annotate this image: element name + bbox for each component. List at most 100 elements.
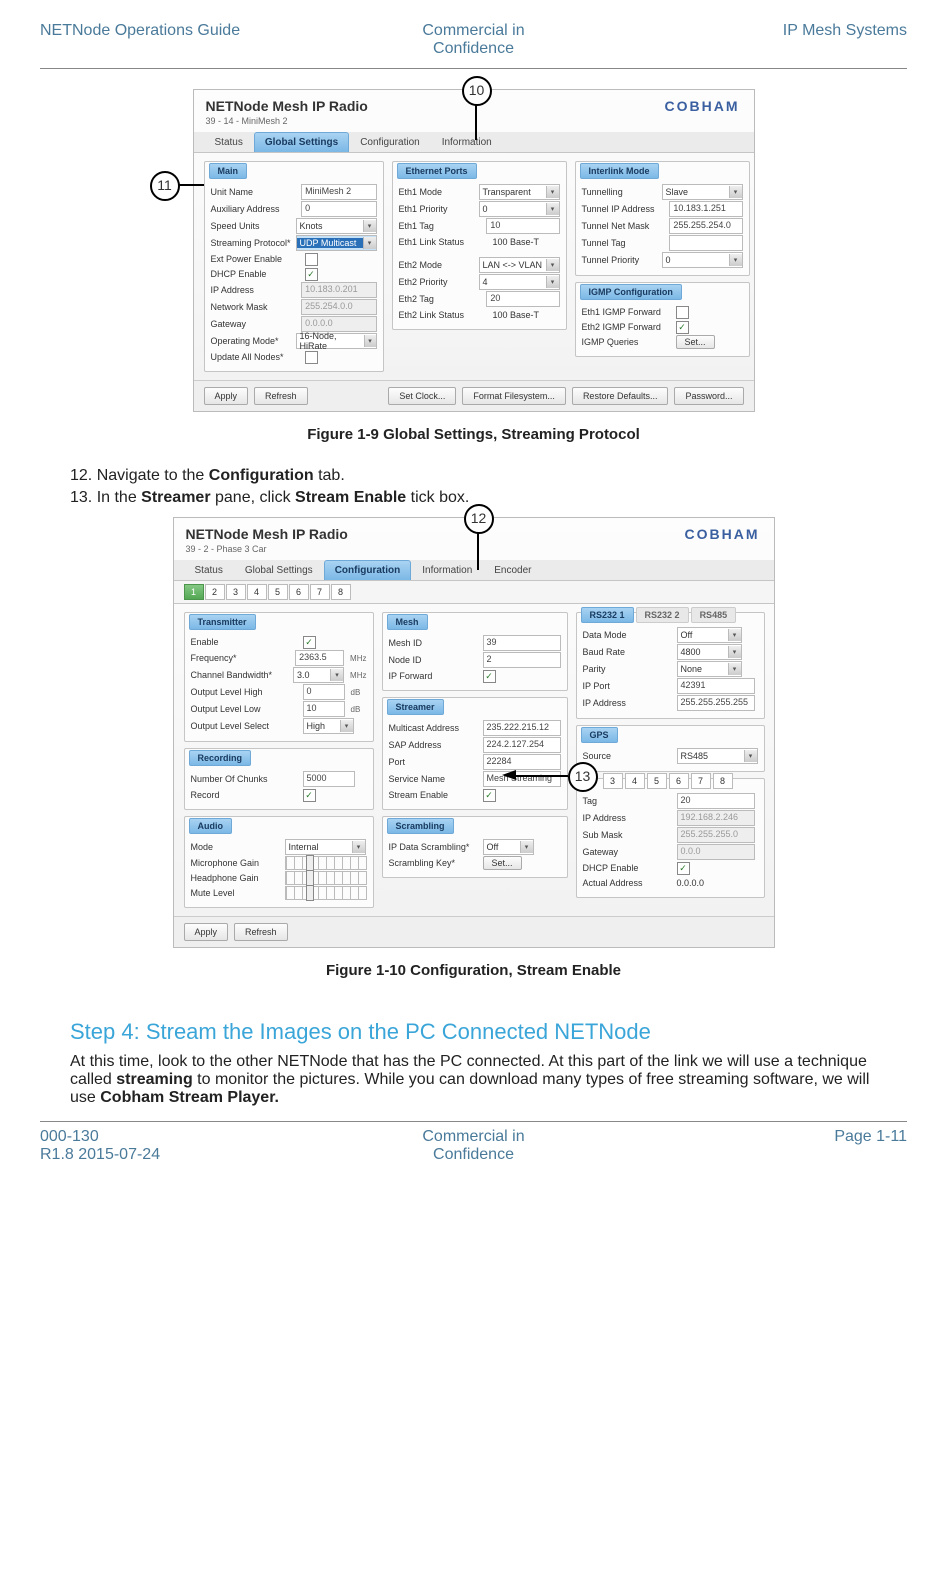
speed-units-select[interactable]: Knots▾ bbox=[296, 218, 377, 234]
sap-addr-input[interactable]: 224.2.127.254 bbox=[483, 737, 561, 753]
tab-global-settings[interactable]: Global Settings bbox=[234, 560, 324, 580]
tunnelling-select[interactable]: Slave▾ bbox=[662, 184, 743, 200]
tab-configuration[interactable]: Configuration bbox=[349, 132, 430, 152]
tab-rs232-2[interactable]: RS232 2 bbox=[636, 607, 689, 623]
tunnel-mask-input[interactable]: 255.255.254.0 bbox=[669, 218, 742, 234]
eth2-mode-select[interactable]: LAN <-> VLAN▾ bbox=[479, 257, 560, 273]
net-gateway-input: 0.0.0 bbox=[677, 844, 755, 860]
output-select[interactable]: High▾ bbox=[303, 718, 354, 734]
header-center: Commercial inConfidence bbox=[330, 22, 616, 58]
ip-forward-checkbox[interactable]: ✓ bbox=[483, 670, 496, 683]
baud-rate-select[interactable]: 4800▾ bbox=[677, 644, 742, 660]
tab-status[interactable]: Status bbox=[204, 132, 254, 152]
node-id-input[interactable]: 2 bbox=[483, 652, 561, 668]
preset-tab-8[interactable]: 8 bbox=[331, 584, 351, 600]
eth2-tag-input[interactable]: 20 bbox=[486, 291, 559, 307]
node-id-text: 39 - 14 - MiniMesh 2 bbox=[194, 116, 754, 132]
eth1-igmp-checkbox[interactable] bbox=[676, 306, 689, 319]
record-checkbox[interactable]: ✓ bbox=[303, 789, 316, 802]
output-low-input[interactable]: 10 bbox=[303, 701, 345, 717]
chunks-input[interactable]: 5000 bbox=[303, 771, 355, 787]
group-interlink: Interlink Mode TunnellingSlave▾ Tunnel I… bbox=[575, 161, 750, 276]
bandwidth-select[interactable]: 3.0▾ bbox=[293, 667, 344, 683]
multicast-addr-input[interactable]: 235.222.215.12 bbox=[483, 720, 561, 736]
net-tab-8[interactable]: 8 bbox=[713, 773, 733, 789]
eth1-priority-select[interactable]: 0▾ bbox=[479, 201, 560, 217]
callout-11: 11 bbox=[150, 171, 180, 201]
unit-name-input[interactable]: MiniMesh 2 bbox=[301, 184, 376, 200]
tab-status[interactable]: Status bbox=[184, 560, 234, 580]
apply-button[interactable]: Apply bbox=[184, 923, 229, 941]
net-tab-3[interactable]: 3 bbox=[603, 773, 623, 789]
format-fs-button[interactable]: Format Filesystem... bbox=[462, 387, 566, 405]
tunnel-priority-select[interactable]: 0▾ bbox=[662, 252, 743, 268]
output-high-input[interactable]: 0 bbox=[303, 684, 345, 700]
apply-button[interactable]: Apply bbox=[204, 387, 249, 405]
parity-select[interactable]: None▾ bbox=[677, 661, 742, 677]
stream-port-input[interactable]: 22284 bbox=[483, 754, 561, 770]
dhcp-enable-checkbox[interactable]: ✓ bbox=[305, 268, 318, 281]
brand-logo: COBHAM bbox=[665, 98, 740, 114]
tunnel-tag-input[interactable] bbox=[669, 235, 742, 251]
eth1-tag-input[interactable]: 10 bbox=[486, 218, 559, 234]
group-ethernet-title: Ethernet Ports bbox=[397, 163, 477, 179]
main-tabs: Status Global Settings Configuration Inf… bbox=[174, 560, 774, 581]
net-tab-6[interactable]: 6 bbox=[669, 773, 689, 789]
tab-rs485[interactable]: RS485 bbox=[691, 607, 737, 623]
data-mode-select[interactable]: Off▾ bbox=[677, 627, 742, 643]
restore-defaults-button[interactable]: Restore Defaults... bbox=[572, 387, 669, 405]
tab-information[interactable]: Information bbox=[431, 132, 503, 152]
mic-gain-slider[interactable] bbox=[285, 856, 367, 870]
eth2-priority-select[interactable]: 4▾ bbox=[479, 274, 560, 290]
preset-tab-5[interactable]: 5 bbox=[268, 584, 288, 600]
preset-tab-7[interactable]: 7 bbox=[310, 584, 330, 600]
igmp-set-button[interactable]: Set... bbox=[676, 335, 715, 349]
tx-enable-checkbox[interactable]: ✓ bbox=[303, 636, 316, 649]
net-dhcp-checkbox[interactable]: ✓ bbox=[677, 862, 690, 875]
tab-rs232-1[interactable]: RS232 1 bbox=[581, 607, 634, 623]
refresh-button[interactable]: Refresh bbox=[254, 387, 308, 405]
set-clock-button[interactable]: Set Clock... bbox=[388, 387, 456, 405]
ext-power-checkbox[interactable] bbox=[305, 253, 318, 266]
preset-tab-1[interactable]: 1 bbox=[184, 584, 204, 600]
net-tag-input[interactable]: 20 bbox=[677, 793, 755, 809]
footer-left: 000-130R1.8 2015-07-24 bbox=[40, 1128, 326, 1164]
eth2-igmp-checkbox[interactable]: ✓ bbox=[676, 321, 689, 334]
mesh-id-input[interactable]: 39 bbox=[483, 635, 561, 651]
net-tab-5[interactable]: 5 bbox=[647, 773, 667, 789]
stream-enable-checkbox[interactable]: ✓ bbox=[483, 789, 496, 802]
preset-tab-6[interactable]: 6 bbox=[289, 584, 309, 600]
preset-tab-4[interactable]: 4 bbox=[247, 584, 267, 600]
serial-ip-addr-input[interactable]: 255.255.255.255 bbox=[677, 695, 755, 711]
group-mesh-title: Mesh bbox=[387, 614, 428, 630]
serial-ip-port-input[interactable]: 42391 bbox=[677, 678, 755, 694]
password-button[interactable]: Password... bbox=[674, 387, 743, 405]
net-tab-7[interactable]: 7 bbox=[691, 773, 711, 789]
audio-mode-select[interactable]: Internal▾ bbox=[285, 839, 366, 855]
service-name-input[interactable]: Mesh Streaming bbox=[483, 771, 561, 787]
aux-address-input[interactable]: 0 bbox=[301, 201, 376, 217]
scrambling-key-button[interactable]: Set... bbox=[483, 856, 522, 870]
group-scrambling-title: Scrambling bbox=[387, 818, 454, 834]
frequency-input[interactable]: 2363.5 bbox=[295, 650, 344, 666]
headphone-gain-slider[interactable] bbox=[285, 871, 367, 885]
preset-tab-2[interactable]: 2 bbox=[205, 584, 225, 600]
update-all-nodes-checkbox[interactable] bbox=[305, 351, 318, 364]
tunnel-ip-input[interactable]: 10.183.1.251 bbox=[669, 201, 742, 217]
tab-configuration[interactable]: Configuration bbox=[324, 560, 412, 580]
tab-encoder[interactable]: Encoder bbox=[483, 560, 542, 580]
ip-scrambling-select[interactable]: Off▾ bbox=[483, 839, 534, 855]
net-ip-input: 192.168.2.246 bbox=[677, 810, 755, 826]
net-tab-4[interactable]: 4 bbox=[625, 773, 645, 789]
group-gps-title: GPS bbox=[581, 727, 618, 743]
mute-level-slider[interactable] bbox=[285, 886, 367, 900]
tab-global-settings[interactable]: Global Settings bbox=[254, 132, 349, 152]
group-recording: Recording Number Of Chunks5000 Record✓ bbox=[184, 748, 374, 810]
preset-tab-3[interactable]: 3 bbox=[226, 584, 246, 600]
refresh-button[interactable]: Refresh bbox=[234, 923, 288, 941]
streaming-protocol-select[interactable]: UDP Multicast▾ bbox=[296, 235, 377, 251]
gps-source-select[interactable]: RS485▾ bbox=[677, 748, 758, 764]
operating-mode-select[interactable]: 16-Node, HiRate▾ bbox=[296, 333, 377, 349]
eth1-mode-select[interactable]: Transparent▾ bbox=[479, 184, 560, 200]
tab-information[interactable]: Information bbox=[411, 560, 483, 580]
